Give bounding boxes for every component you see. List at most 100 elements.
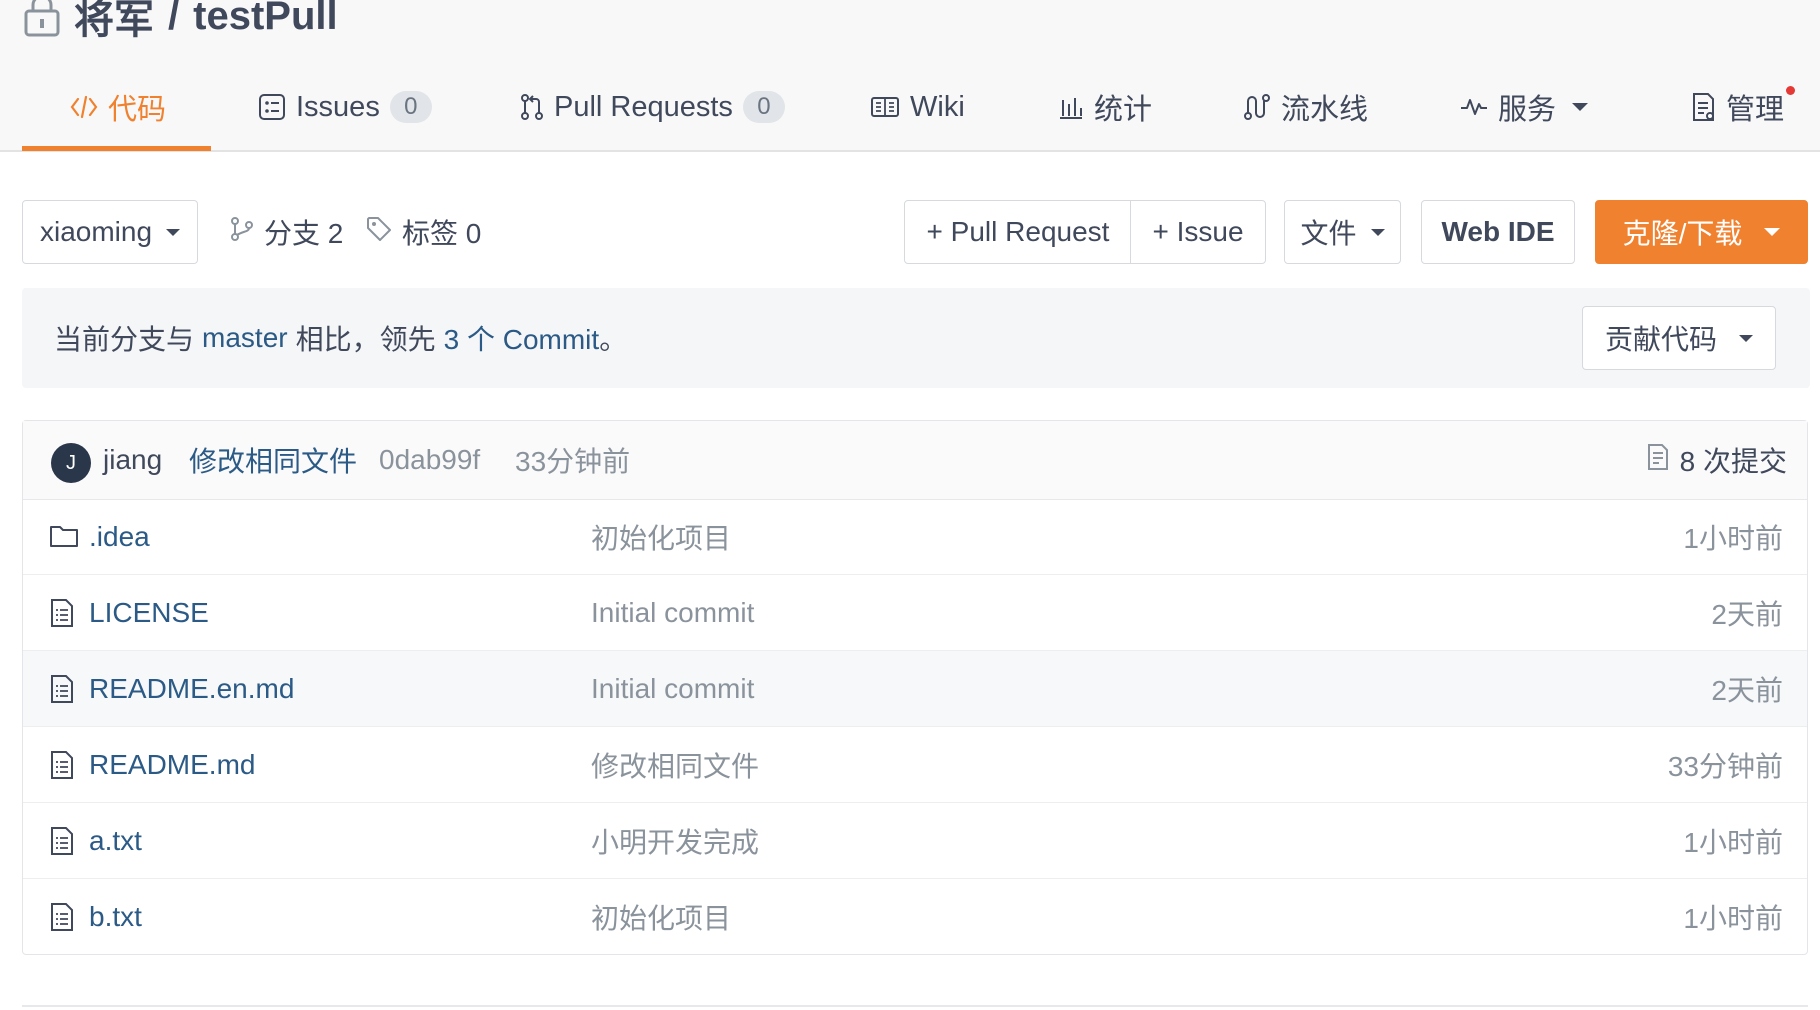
commits-count-link[interactable]: 8 次提交 bbox=[1646, 421, 1787, 499]
divider bbox=[22, 1005, 1808, 1007]
branch-compare-bar: 当前分支与 master 相比，领先 3 个 Commit 。 贡献代码 bbox=[22, 288, 1810, 388]
file-name-link[interactable]: a.txt bbox=[89, 803, 142, 879]
branches-link[interactable]: 分支 2 bbox=[230, 200, 343, 264]
stats-icon bbox=[1058, 94, 1084, 120]
clone-download-label: 克隆/下载 bbox=[1622, 218, 1743, 249]
wiki-icon bbox=[870, 95, 900, 119]
new-pull-request-button[interactable]: + Pull Request bbox=[904, 200, 1132, 264]
branch-select-value: xiaoming bbox=[39, 216, 153, 247]
file-commit-message[interactable]: 小明开发完成 bbox=[591, 803, 759, 879]
new-pull-request-label: + Pull Request bbox=[926, 216, 1110, 247]
file-row[interactable]: README.md 修改相同文件 33分钟前 bbox=[23, 727, 1807, 803]
file-name-link[interactable]: .idea bbox=[89, 499, 150, 575]
file-name-link[interactable]: b.txt bbox=[89, 879, 142, 955]
file-commit-message[interactable]: Initial commit bbox=[591, 651, 754, 727]
file-commit-message[interactable]: Initial commit bbox=[591, 575, 754, 651]
lock-icon bbox=[24, 0, 60, 37]
tab-code[interactable]: 代码 bbox=[70, 78, 166, 136]
file-commit-time: 2天前 bbox=[1711, 675, 1783, 706]
web-ide-button[interactable]: Web IDE bbox=[1421, 200, 1575, 264]
branches-count: 分支 2 bbox=[264, 218, 344, 249]
tab-services[interactable]: 服务 bbox=[1460, 78, 1589, 136]
file-dropdown-button[interactable]: 文件 bbox=[1284, 200, 1401, 264]
tab-stats-label: 统计 bbox=[1094, 94, 1153, 126]
branch-compare-text: 当前分支与 master 相比，领先 3 个 Commit 。 bbox=[54, 288, 627, 388]
file-commit-time: 1小时前 bbox=[1683, 827, 1783, 858]
file-name-link[interactable]: LICENSE bbox=[89, 575, 209, 651]
file-row[interactable]: b.txt 初始化项目 1小时前 bbox=[23, 879, 1807, 955]
file-name-link[interactable]: README.md bbox=[89, 727, 255, 803]
new-issue-button[interactable]: + Issue bbox=[1130, 200, 1266, 264]
tab-stats[interactable]: 统计 bbox=[1058, 78, 1152, 136]
commits-count: 8 次提交 bbox=[1679, 446, 1787, 477]
file-list: J jiang 修改相同文件 0dab99f 33分钟前 8 次提交 .idea… bbox=[22, 420, 1808, 955]
compare-base-branch-link[interactable]: master bbox=[202, 322, 288, 354]
chevron-down-icon bbox=[1764, 228, 1781, 236]
repo-name[interactable]: testPull bbox=[193, 0, 337, 39]
file-row[interactable]: a.txt 小明开发完成 1小时前 bbox=[23, 803, 1807, 879]
avatar[interactable]: J bbox=[51, 443, 91, 483]
tags-count: 标签 0 bbox=[402, 218, 482, 249]
file-commit-time: 1小时前 bbox=[1683, 903, 1783, 934]
file-icon bbox=[49, 826, 75, 861]
tab-wiki[interactable]: Wiki bbox=[870, 78, 965, 136]
commit-time: 33分钟前 bbox=[515, 446, 631, 477]
compare-prefix: 当前分支与 bbox=[54, 324, 195, 355]
file-commit-time: 2天前 bbox=[1711, 599, 1783, 630]
pipeline-icon bbox=[1243, 93, 1271, 121]
file-icon bbox=[49, 902, 75, 937]
contribute-button[interactable]: 贡献代码 bbox=[1582, 306, 1776, 370]
tab-services-label: 服务 bbox=[1498, 94, 1557, 126]
commit-author[interactable]: jiang bbox=[103, 421, 162, 499]
latest-commit-row: J jiang 修改相同文件 0dab99f 33分钟前 8 次提交 bbox=[23, 421, 1807, 500]
compare-suffix: 。 bbox=[599, 324, 628, 355]
file-commit-message[interactable]: 初始化项目 bbox=[591, 499, 731, 575]
tags-link[interactable]: 标签 0 bbox=[366, 200, 481, 264]
file-icon bbox=[49, 598, 75, 633]
commit-sha[interactable]: 0dab99f bbox=[379, 421, 480, 499]
tab-pull-requests-label: Pull Requests bbox=[554, 90, 733, 123]
repo-owner[interactable]: 将军 bbox=[74, 0, 154, 45]
commit-message-link[interactable]: 修改相同文件 bbox=[189, 421, 357, 499]
tab-pipeline-label: 流水线 bbox=[1281, 94, 1369, 126]
pull-requests-count-badge: 0 bbox=[742, 91, 785, 123]
tab-manage-label: 管理 bbox=[1726, 94, 1785, 126]
tab-issues[interactable]: Issues 0 bbox=[258, 78, 432, 136]
file-row[interactable]: README.en.md Initial commit 2天前 bbox=[23, 651, 1807, 727]
repo-title: 将军 / testPull bbox=[24, 0, 338, 42]
issues-count-badge: 0 bbox=[389, 91, 432, 123]
notification-dot bbox=[1786, 86, 1795, 95]
file-row[interactable]: .idea 初始化项目 1小时前 bbox=[23, 499, 1807, 575]
compare-mid: 相比，领先 bbox=[295, 324, 436, 355]
repo-header: 将军 / testPull 代码 Issues 0 Pull Requests … bbox=[0, 0, 1820, 152]
repo-separator: / bbox=[168, 0, 180, 38]
file-name-link[interactable]: README.en.md bbox=[89, 651, 294, 727]
file-commit-time: 1小时前 bbox=[1683, 523, 1783, 554]
file-commit-time: 33分钟前 bbox=[1667, 751, 1783, 782]
tab-manage[interactable]: 管理 bbox=[1690, 78, 1784, 136]
new-issue-label: + Issue bbox=[1152, 216, 1244, 247]
contribute-label: 贡献代码 bbox=[1604, 324, 1717, 355]
file-commit-message[interactable]: 初始化项目 bbox=[591, 879, 731, 955]
branch-icon bbox=[230, 216, 254, 249]
chevron-down-icon bbox=[1739, 334, 1753, 342]
tab-wiki-label: Wiki bbox=[910, 90, 965, 123]
folder-icon bbox=[49, 522, 79, 555]
file-icon bbox=[49, 674, 75, 709]
chevron-down-icon bbox=[166, 228, 181, 236]
services-icon bbox=[1460, 95, 1488, 119]
chevron-down-icon bbox=[1572, 103, 1589, 111]
tag-icon bbox=[366, 216, 392, 249]
active-tab-indicator bbox=[22, 146, 211, 151]
chevron-down-icon bbox=[1370, 228, 1385, 236]
compare-commits-link[interactable]: 3 个 Commit bbox=[444, 318, 600, 358]
manage-icon bbox=[1690, 92, 1716, 122]
file-dropdown-label: 文件 bbox=[1300, 218, 1357, 249]
file-row[interactable]: LICENSE Initial commit 2天前 bbox=[23, 575, 1807, 651]
clone-download-button[interactable]: 克隆/下载 bbox=[1595, 200, 1808, 264]
branch-select[interactable]: xiaoming bbox=[22, 200, 198, 264]
tab-pipeline[interactable]: 流水线 bbox=[1243, 78, 1368, 136]
tab-issues-label: Issues bbox=[296, 90, 380, 123]
file-commit-message[interactable]: 修改相同文件 bbox=[591, 727, 759, 803]
tab-pull-requests[interactable]: Pull Requests 0 bbox=[520, 78, 785, 136]
